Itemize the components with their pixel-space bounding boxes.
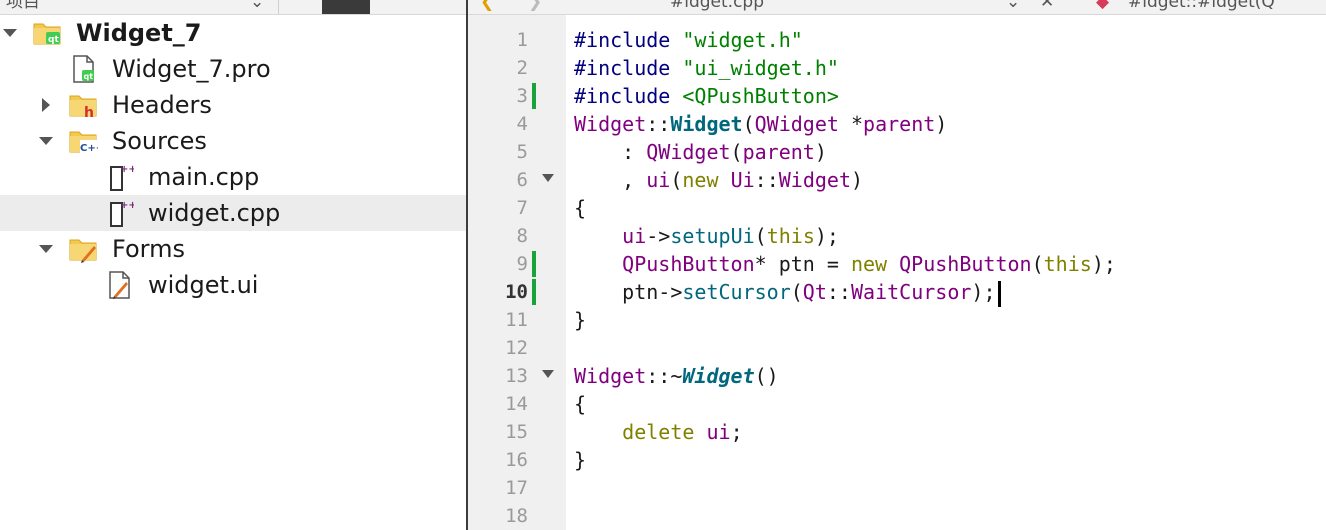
text-cursor [997,280,1001,307]
line-number: 12 [505,337,528,359]
tree-item-widget-ui[interactable]: widget.ui [0,267,466,303]
line-number: 18 [505,505,528,527]
line-number: 10 [505,281,528,303]
tree-item-label: widget.cpp [148,199,281,227]
code-line[interactable]: } [574,306,586,334]
pro-file-icon: qt [68,54,98,84]
code-line[interactable]: } [574,446,586,474]
line-number: 15 [505,421,528,443]
code-line[interactable]: Widget::Widget(QWidget *parent) [574,110,947,138]
expand-arrow-icon[interactable] [36,131,56,151]
tree-item-widget-7[interactable]: qt Widget_7 [0,15,466,51]
code-line[interactable]: ptn->setCursor(Qt::WaitCursor); [574,278,1001,307]
tree-item-label: Forms [112,235,185,263]
tree-item-label: Widget_7.pro [112,55,271,83]
tree-item-main-cpp[interactable]: ++ main.cpp [0,159,466,195]
code-line[interactable]: { [574,390,586,418]
fold-marker-icon[interactable] [542,174,554,182]
tree-item-widget-7-pro[interactable]: qt Widget_7.pro [0,51,466,87]
headers-folder-icon: h [68,90,98,121]
code-line[interactable]: ui->setupUi(this); [574,222,839,250]
code-line[interactable]: #include "ui_widget.h" [574,54,839,82]
tree-item-label: Sources [112,127,207,155]
line-number: 1 [516,29,528,51]
code-line[interactable]: #include "widget.h" [574,26,803,54]
line-number: 5 [516,141,528,163]
toolbar-separator [278,0,279,14]
project-tree-panel: qt Widget_7qt Widget_7.proh Headers C++ Sourc… [0,15,466,530]
file-list-chevron-icon[interactable]: ⌄ [1006,0,1020,12]
line-number: 2 [516,57,528,79]
line-number: 8 [516,225,528,247]
svg-text:++: ++ [120,200,134,211]
split-view-button[interactable] [322,0,370,14]
collapse-arrow-icon[interactable] [36,95,56,115]
tree-item-label: widget.ui [148,271,259,299]
svg-text:++: ++ [120,164,134,175]
tree-item-widget-cpp[interactable]: ++ widget.cpp [0,195,466,231]
expand-arrow-icon[interactable] [0,23,20,43]
line-number: 11 [505,309,528,331]
tree-item-sources[interactable]: C++ Sources [0,123,466,159]
line-number: 4 [516,113,528,135]
code-line[interactable]: , ui(new Ui::Widget) [574,166,863,194]
expand-arrow-icon[interactable] [36,239,56,259]
svg-text:qt: qt [48,35,59,45]
qt-project-folder-icon: qt [32,18,62,48]
line-number: 14 [505,393,528,415]
cpp-file-icon: ++ [104,162,137,192]
line-number: 6 [516,169,528,191]
code-line[interactable]: delete ui; [574,418,742,446]
panel-title: 项目 [6,0,40,12]
top-toolbar: 项目 ⌄ ❮ ❯ #idget.cpp ⌄ ✕ ◆ #idget::#idget… [0,0,1326,15]
symbol-selector[interactable]: #idget::#idget(Q [1128,0,1275,12]
ui-file-icon [104,270,134,300]
sources-folder-icon: C++ [68,126,104,156]
code-line[interactable]: QPushButton* ptn = new QPushButton(this)… [574,250,1116,278]
svg-text:h: h [84,105,94,120]
svg-text:C++: C++ [80,143,98,154]
change-marker [532,251,536,277]
code-line[interactable]: #include <QPushButton> [574,82,839,110]
tree-item-label: Widget_7 [76,19,202,47]
line-number: 13 [505,365,528,387]
back-arrow-icon[interactable]: ❮ [480,0,494,12]
tree-item-label: main.cpp [148,163,260,191]
tree-item-label: Headers [112,91,212,119]
line-number: 16 [505,449,528,471]
forward-arrow-icon[interactable]: ❯ [528,0,542,12]
symbol-icon: ◆ [1096,0,1110,12]
open-file-tab[interactable]: #idget.cpp [670,0,764,12]
code-line[interactable]: : QWidget(parent) [574,138,827,166]
forms-folder-icon [68,234,98,264]
svg-text:qt: qt [84,72,94,81]
code-line[interactable]: Widget::~Widget() [574,362,779,390]
line-number: 17 [505,477,528,499]
line-number: 9 [516,253,528,275]
change-marker [532,279,536,305]
line-number: 7 [516,197,528,219]
change-marker [532,83,536,109]
fold-marker-icon[interactable] [542,370,554,378]
panel-selector-chevron-icon[interactable]: ⌄ [250,0,264,12]
line-number: 3 [516,85,528,107]
close-file-icon[interactable]: ✕ [1040,0,1054,12]
tree-item-forms[interactable]: Forms [0,231,466,267]
cpp-file-icon: ++ [104,198,137,228]
tree-item-headers[interactable]: h Headers [0,87,466,123]
code-line[interactable]: { [574,194,586,222]
